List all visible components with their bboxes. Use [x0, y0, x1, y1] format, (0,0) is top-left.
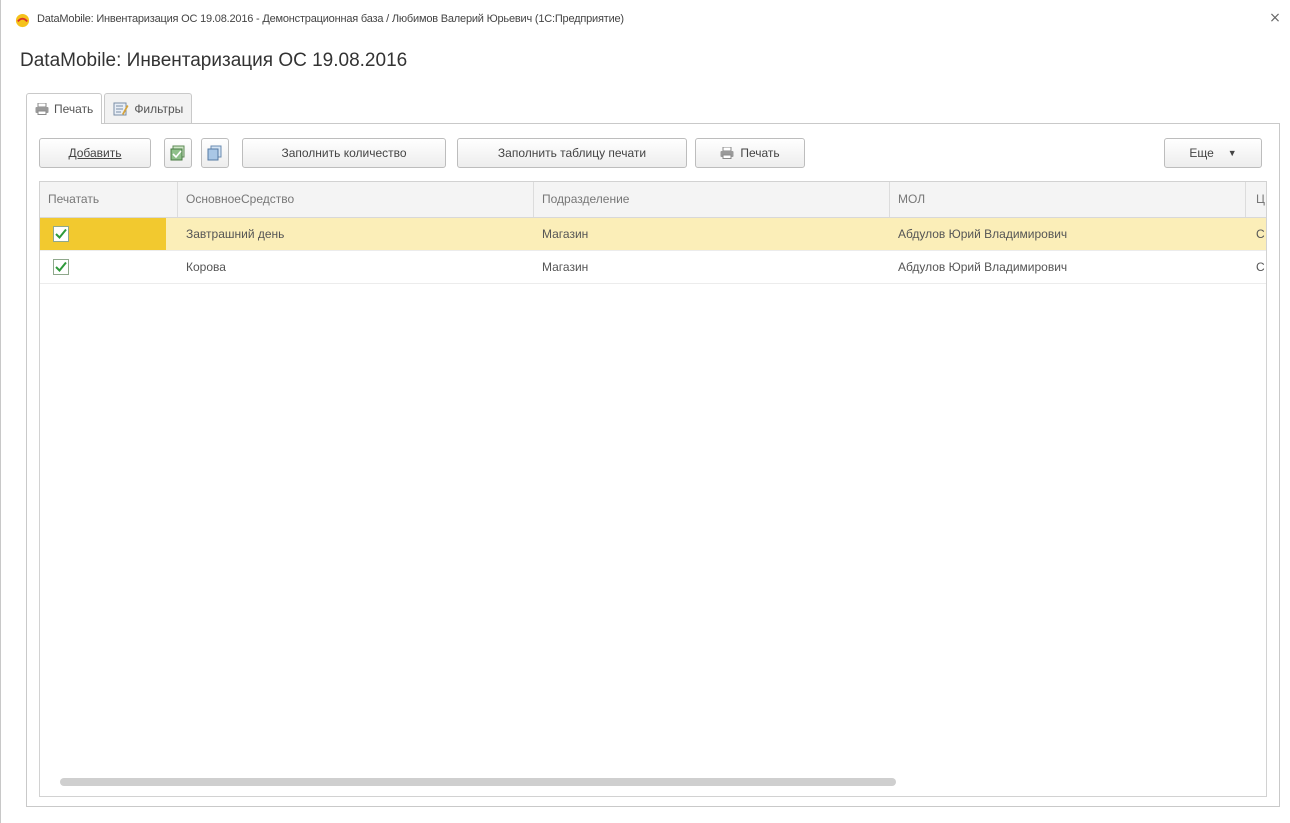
add-button-label: Добавить — [68, 146, 122, 160]
copy-button[interactable] — [201, 138, 229, 168]
cell-mol: Абдулов Юрий Владимирович — [898, 260, 1068, 274]
check-all-icon — [170, 145, 185, 161]
close-button[interactable]: × — [1265, 8, 1285, 28]
cell-mol: Абдулов Юрий Владимирович — [898, 227, 1068, 241]
title-bar: DataMobile: Инвентаризация ОС 19.08.2016… — [1, 0, 1290, 42]
tab-print[interactable]: Печать — [26, 93, 103, 124]
fill-print-table-button[interactable]: Заполнить таблицу печати — [457, 138, 687, 168]
more-menu-button[interactable]: Еще ▼ — [1164, 138, 1262, 168]
cell-extra: С — [1256, 227, 1265, 241]
print-button[interactable]: Печать — [695, 138, 805, 168]
column-header-asset[interactable]: ОсновноеСредство — [178, 182, 534, 217]
checkbox-checked-icon[interactable] — [53, 259, 69, 275]
print-button-label: Печать — [740, 146, 780, 160]
table-row[interactable]: Завтрашний день Магазин Абдулов Юрий Вла… — [40, 218, 1266, 251]
printer-icon — [35, 103, 49, 115]
column-header-print[interactable]: Печатать — [40, 182, 178, 217]
table-header: Печатать ОсновноеСредство Подразделение … — [40, 182, 1266, 218]
column-header-extra[interactable]: Ц — [1246, 182, 1266, 217]
fill-quantity-button[interactable]: Заполнить количество — [242, 138, 446, 168]
cell-print[interactable] — [40, 218, 166, 250]
cell-department: Магазин — [542, 227, 589, 241]
cell-department: Магазин — [542, 260, 589, 274]
printer-icon — [720, 147, 734, 159]
column-header-department[interactable]: Подразделение — [534, 182, 890, 217]
checkbox-checked-icon[interactable] — [53, 226, 69, 242]
tab-print-label: Печать — [54, 102, 94, 116]
page-title: DataMobile: Инвентаризация ОС 19.08.2016 — [20, 50, 408, 71]
1c-logo-icon — [15, 13, 30, 28]
add-button[interactable]: Добавить — [39, 138, 151, 168]
close-icon: × — [1269, 10, 1281, 26]
more-button-label: Еще — [1189, 146, 1214, 160]
fill-quantity-label: Заполнить количество — [281, 146, 407, 160]
horizontal-scrollbar[interactable] — [60, 778, 896, 786]
tab-filters-label: Фильтры — [134, 101, 184, 116]
print-tab-panel: Добавить Заполнить количество Заполнить … — [26, 123, 1280, 807]
column-header-mol[interactable]: МОЛ — [890, 182, 1246, 217]
window-title: DataMobile: Инвентаризация ОС 19.08.2016… — [37, 13, 624, 25]
check-all-button[interactable] — [164, 138, 192, 168]
cell-print[interactable] — [40, 251, 166, 283]
app-window: DataMobile: Инвентаризация ОС 19.08.2016… — [0, 0, 1290, 823]
copy-icon — [207, 145, 222, 161]
cell-extra: С — [1256, 260, 1265, 274]
chevron-down-icon: ▼ — [1227, 148, 1237, 158]
print-table: Печатать ОсновноеСредство Подразделение … — [39, 181, 1267, 797]
filter-icon — [113, 102, 129, 115]
cell-asset: Завтрашний день — [186, 227, 285, 241]
tab-bar: Печать Фильтры — [26, 93, 194, 124]
cell-asset: Корова — [186, 260, 226, 274]
table-row[interactable]: Корова Магазин Абдулов Юрий Владимирович… — [40, 251, 1266, 284]
tab-filters[interactable]: Фильтры — [104, 93, 193, 123]
fill-print-table-label: Заполнить таблицу печати — [497, 146, 647, 160]
